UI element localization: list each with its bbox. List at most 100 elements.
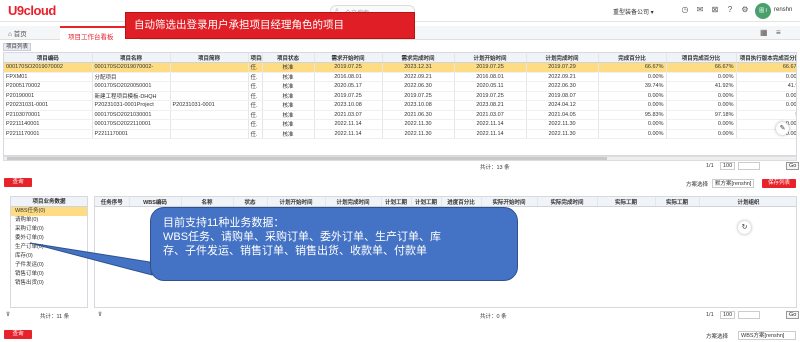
bottom-scheme-label: 方案选择 [706,334,729,340]
bottom-scheme-select[interactable]: WBS方案[renshn] [738,331,796,340]
fab-edit[interactable]: ✎ [776,122,789,135]
business-sidebar-total: 共计：11 条 [40,314,70,320]
detail-page-number-input[interactable] [738,311,760,319]
sidebar-item[interactable]: 子件发运(0) [11,261,87,270]
sidebar-item[interactable]: WBS任务(0) [11,207,87,216]
username[interactable]: renshn [774,7,792,13]
table-row[interactable]: FPXM01 分配项目 任. 核准 2016.08.01 2022.09.21 2016.0… [4,72,796,82]
table-cell [170,110,249,120]
sidebar-item[interactable]: 委外订单(0) [11,234,87,243]
project-col-header[interactable]: 计划完成时间 [526,53,599,63]
detail-filter-icon[interactable]: ⊽ [98,312,102,318]
table-cell: 2022.06.30 [526,81,599,92]
table-cell: 0.00% [736,72,796,82]
table-row[interactable]: P20190001 新建工程项目模板-DHQH 任. 核准 2019.07.25 2019… [4,91,796,101]
detail-col-header[interactable]: 实际开始时间 [481,197,538,207]
detail-col-header[interactable]: WBS编码 [129,197,182,207]
app-grid-icon[interactable]: ▦ [760,28,768,37]
table-cell: P20231031-0001Project [92,100,171,111]
project-col-header[interactable]: 项目执行版本完成百分比 [736,53,796,63]
fab-refresh[interactable]: ↻ [738,221,751,234]
query-button[interactable]: 查询 [4,178,32,187]
sidebar-item[interactable]: 销售出货(0) [11,279,87,288]
table-cell: 2019.07.25 [382,91,455,101]
table-cell: P20231031-0001 [170,100,249,111]
project-col-header[interactable]: 计划开始时间 [454,53,527,63]
project-col-header[interactable]: 需求开始时间 [314,53,383,63]
sidebar-item[interactable]: 请购单(0) [11,216,87,225]
detail-col-header[interactable]: 实际工期 [655,197,700,207]
detail-go-button[interactable]: Go [786,311,800,319]
table-cell: 2021.04.05 [526,110,599,120]
filter-icon[interactable]: ⊽ [6,312,10,318]
page-size-select[interactable]: 100 [720,162,736,170]
detail-col-header[interactable]: 计划工期 [381,197,412,207]
table-cell: 000170SO2020050001 [92,81,171,92]
detail-col-header[interactable]: 实际工期 [597,197,656,207]
table-cell [170,62,249,73]
bottom-query-button[interactable]: 查询 [4,330,32,339]
table-cell: 2020.05.17 [314,81,383,92]
detail-col-header[interactable]: 计划开始时间 [267,197,326,207]
table-cell: 000170SO2022110001 [92,119,171,130]
scheme-select[interactable]: 默方案[renshn] [712,179,754,188]
business-sidebar-list: WBS任务(0) 请购单(0) 采购订单(0) 委外订单(0) 生产订单(0) 库存(0)… [11,207,87,288]
envelope-icon[interactable]: ✉ [695,5,705,15]
detail-col-header[interactable]: 名称 [181,197,234,207]
app-logo[interactable]: U9cloud [8,3,56,18]
go-button[interactable]: Go [786,162,800,170]
sidebar-item[interactable]: 库存(0) [11,252,87,261]
sidebar-item[interactable]: 销售订单(0) [11,270,87,279]
detail-page-size-select[interactable]: 100 [720,311,736,319]
project-col-header[interactable]: 项目完成百分比 [666,53,737,63]
table-row[interactable]: P2211170001 P2211170001 任. 核准 2022.11.14 2022… [4,129,796,139]
mail-icon[interactable]: ⊠ [710,5,720,15]
table-row[interactable]: P2005170002 000170SO2020050001 任. 核准 2020.05… [4,81,796,92]
table-cell: 0.00% [666,119,737,130]
project-col-header[interactable]: 项目编码 [4,53,93,63]
table-cell: 0.00% [598,72,667,82]
table-cell: 2019.08.07 [526,91,599,101]
table-row[interactable]: P2103070001 000170SO2021030001 任. 核准 2021.03… [4,110,796,120]
table-row[interactable]: P2211140001 000170SO2022110001 任. 核准 2022.11… [4,119,796,130]
scrollbar-thumb[interactable] [7,157,607,160]
table-cell: 2021.03.07 [454,110,527,120]
avatar[interactable]: 图 I [755,3,771,19]
menu-icon[interactable]: ≡ [776,28,781,37]
edit-icon[interactable]: ✎ [776,122,789,135]
help-icon[interactable]: ? [725,5,735,15]
detail-col-header[interactable]: 计划完成时间 [325,197,382,207]
project-col-header[interactable]: 项目状态 [262,53,315,63]
sidebar-item[interactable]: 采购订单(0) [11,225,87,234]
detail-col-header[interactable]: 任务序号 [95,197,130,207]
table-cell: 2019.07.29 [526,62,599,73]
table-cell: 核准 [262,91,315,101]
detail-col-header[interactable]: 实际完成时间 [537,197,598,207]
detail-col-header[interactable]: 进度百分比 [441,197,482,207]
settings-icon[interactable]: ⚙ [740,5,750,15]
table-cell: 2021.06.30 [382,110,455,120]
detail-col-header[interactable]: 计划组织 [699,197,796,207]
detail-col-header[interactable]: 状态 [233,197,268,207]
horizontal-scrollbar[interactable] [3,156,797,161]
clock-icon[interactable]: ◷ [680,5,690,15]
project-col-header[interactable]: 需求完成时间 [382,53,455,63]
project-col-header[interactable]: 项目名称 [92,53,171,63]
project-col-header[interactable]: 完成百分比 [598,53,667,63]
table-cell: P2103070001 [4,110,93,120]
sidebar-item[interactable]: 生产订单(0) [11,243,87,252]
detail-table-page: 1/1 [706,312,714,318]
save-list-button[interactable]: 保存列表 [762,179,796,188]
project-col-header[interactable]: 项目简称 [170,53,249,63]
table-cell: 2016.08.01 [314,72,383,82]
refresh-icon[interactable]: ↻ [738,221,751,234]
detail-col-header[interactable]: 计划工期 [411,197,442,207]
table-cell: 核准 [262,72,315,82]
page-number-input[interactable] [738,162,760,170]
table-row[interactable]: 000170SO2019070002 000170SO2019070002- 任. 核… [4,62,796,73]
company-selector[interactable]: 重型装备公司 ▾ [613,7,654,16]
project-col-header[interactable]: 项目经理 [248,53,263,63]
table-row[interactable]: P20231031-0001 P20231031-0001Project P2023… [4,100,796,111]
tab-home[interactable]: ⌂ 首页 [8,28,27,38]
detail-table-total: 共计：0 条 [480,314,507,320]
